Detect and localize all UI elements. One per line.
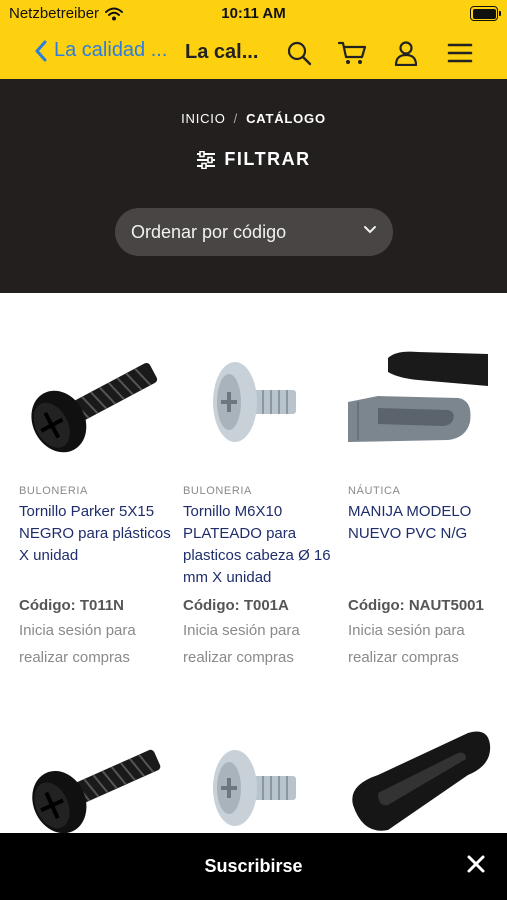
product-image[interactable] (348, 725, 498, 835)
chevron-down-icon (364, 226, 376, 234)
cart-button[interactable] (337, 38, 367, 68)
product-login-note: Inicia sesión para realizar compras (348, 622, 465, 666)
account-button[interactable] (391, 38, 421, 68)
subscribe-label[interactable]: Suscribirse (0, 856, 507, 877)
catalog-toolbar: INICIO / CATÁLOGO FILTRAR Ordenar por códi… (0, 79, 507, 293)
breadcrumb: INICIO / CATÁLOGO (0, 111, 507, 126)
sort-selected-value: Ordenar por código (131, 221, 287, 242)
product-card[interactable]: BULONERIA Tornillo M6X10 PLATEADO para p… (183, 330, 343, 680)
product-image[interactable] (183, 740, 343, 840)
product-image[interactable] (348, 340, 507, 470)
close-icon[interactable] (465, 853, 487, 875)
product-code: Código: NAUT5001 (348, 597, 484, 614)
product-name[interactable]: MANIJA MODELO NUEVO PVC N/G (348, 501, 507, 545)
product-card[interactable]: NÁUTICA MANIJA MODELO NUEVO PVC N/G Códi… (348, 330, 507, 680)
product-name[interactable]: Tornillo M6X10 PLATEADO para plasticos c… (183, 501, 348, 589)
page-title: La cal... (185, 41, 259, 63)
product-login-note: Inicia sesión para realizar compras (183, 622, 300, 666)
product-image[interactable] (19, 730, 179, 840)
product-category: BULONERIA (183, 485, 252, 497)
filter-label: FILTRAR (224, 149, 311, 169)
product-code: Código: T011N (19, 597, 125, 614)
product-image[interactable] (19, 340, 179, 470)
clock: 10:11 AM (221, 5, 286, 22)
subscribe-bar[interactable]: Suscribirse (0, 833, 507, 900)
product-card[interactable]: BULONERIA Tornillo Parker 5X15 NEGRO par… (19, 330, 179, 680)
breadcrumb-current: CATÁLOGO (246, 111, 326, 126)
battery-icon (470, 6, 501, 21)
cart-icon (337, 41, 367, 64)
search-icon (287, 41, 312, 66)
sort-select[interactable]: Ordenar por código (115, 208, 393, 256)
sliders-icon (197, 150, 216, 169)
back-button[interactable]: La calidad ... (34, 39, 167, 62)
product-image[interactable] (183, 340, 343, 470)
menu-button[interactable] (445, 38, 475, 68)
filter-button[interactable]: FILTRAR (0, 149, 507, 170)
product-name[interactable]: Tornillo Parker 5X15 NEGRO para plástico… (19, 501, 184, 567)
menu-icon (447, 43, 473, 63)
breadcrumb-separator: / (233, 111, 239, 126)
app-header: La calidad ... La cal... (0, 28, 507, 79)
user-icon (394, 41, 418, 66)
product-category: BULONERIA (19, 485, 88, 497)
chevron-left-icon (35, 40, 47, 61)
product-category: NÁUTICA (348, 485, 401, 497)
status-bar: Netzbetreiber 10:11 AM (0, 0, 507, 28)
breadcrumb-home[interactable]: INICIO (181, 111, 226, 126)
search-button[interactable] (284, 38, 314, 68)
product-login-note: Inicia sesión para realizar compras (19, 622, 136, 666)
product-code: Código: T001A (183, 597, 289, 614)
back-label: La calidad ... (54, 39, 168, 61)
